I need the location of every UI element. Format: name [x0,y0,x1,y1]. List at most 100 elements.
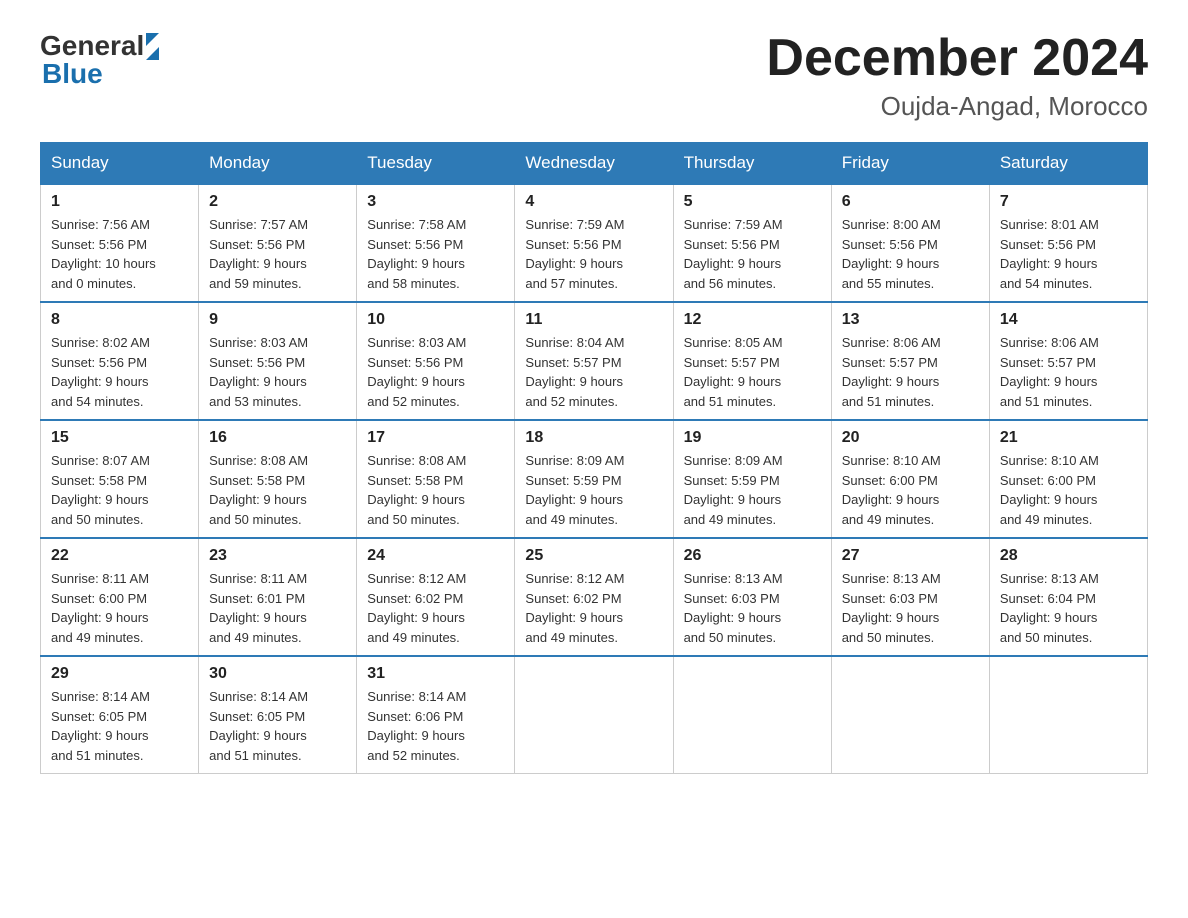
day-number: 13 [842,311,979,329]
day-info: Sunrise: 8:09 AM Sunset: 5:59 PM Dayligh… [684,451,821,529]
calendar-cell: 30 Sunrise: 8:14 AM Sunset: 6:05 PM Dayli… [199,656,357,774]
day-number: 6 [842,193,979,211]
calendar-cell: 29 Sunrise: 8:14 AM Sunset: 6:05 PM Dayli… [41,656,199,774]
header-wednesday: Wednesday [515,143,673,185]
calendar-cell: 3 Sunrise: 7:58 AM Sunset: 5:56 PM Daylig… [357,184,515,302]
day-info: Sunrise: 8:11 AM Sunset: 6:01 PM Dayligh… [209,569,346,647]
day-info: Sunrise: 7:59 AM Sunset: 5:56 PM Dayligh… [525,215,662,293]
day-info: Sunrise: 8:09 AM Sunset: 5:59 PM Dayligh… [525,451,662,529]
day-number: 3 [367,193,504,211]
day-number: 18 [525,429,662,447]
day-number: 15 [51,429,188,447]
day-number: 24 [367,547,504,565]
calendar-cell: 19 Sunrise: 8:09 AM Sunset: 5:59 PM Dayli… [673,420,831,538]
logo-blue-text: Blue [42,58,103,90]
calendar-cell: 27 Sunrise: 8:13 AM Sunset: 6:03 PM Dayli… [831,538,989,656]
calendar-week-row: 15 Sunrise: 8:07 AM Sunset: 5:58 PM Dayli… [41,420,1148,538]
day-info: Sunrise: 8:07 AM Sunset: 5:58 PM Dayligh… [51,451,188,529]
calendar-cell [673,656,831,774]
day-info: Sunrise: 8:05 AM Sunset: 5:57 PM Dayligh… [684,333,821,411]
header-saturday: Saturday [989,143,1147,185]
calendar-cell [989,656,1147,774]
day-number: 20 [842,429,979,447]
title-block: December 2024 Oujda-Angad, Morocco [766,30,1148,122]
day-info: Sunrise: 8:13 AM Sunset: 6:03 PM Dayligh… [842,569,979,647]
day-info: Sunrise: 7:57 AM Sunset: 5:56 PM Dayligh… [209,215,346,293]
day-number: 29 [51,665,188,683]
calendar-cell: 17Sunrise: 8:08 AM Sunset: 5:58 PM Dayli… [357,420,515,538]
calendar-cell: 12Sunrise: 8:05 AM Sunset: 5:57 PM Dayli… [673,302,831,420]
header-thursday: Thursday [673,143,831,185]
day-number: 4 [525,193,662,211]
day-number: 2 [209,193,346,211]
header-friday: Friday [831,143,989,185]
day-number: 26 [684,547,821,565]
day-info: Sunrise: 8:10 AM Sunset: 6:00 PM Dayligh… [1000,451,1137,529]
calendar-cell: 15 Sunrise: 8:07 AM Sunset: 5:58 PM Dayli… [41,420,199,538]
day-info: Sunrise: 8:13 AM Sunset: 6:03 PM Dayligh… [684,569,821,647]
day-info: Sunrise: 8:03 AM Sunset: 5:56 PM Dayligh… [209,333,346,411]
calendar-cell: 11 Sunrise: 8:04 AM Sunset: 5:57 PM Dayli… [515,302,673,420]
header-monday: Monday [199,143,357,185]
day-number: 16 [209,429,346,447]
day-info: Sunrise: 8:06 AM Sunset: 5:57 PM Dayligh… [842,333,979,411]
calendar-week-row: 29 Sunrise: 8:14 AM Sunset: 6:05 PM Dayli… [41,656,1148,774]
calendar-cell: 18 Sunrise: 8:09 AM Sunset: 5:59 PM Dayli… [515,420,673,538]
day-info: Sunrise: 7:56 AM Sunset: 5:56 PM Dayligh… [51,215,188,293]
calendar-cell: 6Sunrise: 8:00 AM Sunset: 5:56 PM Daylig… [831,184,989,302]
day-info: Sunrise: 8:06 AM Sunset: 5:57 PM Dayligh… [1000,333,1137,411]
day-info: Sunrise: 8:08 AM Sunset: 5:58 PM Dayligh… [209,451,346,529]
day-info: Sunrise: 8:14 AM Sunset: 6:05 PM Dayligh… [51,687,188,765]
calendar-cell: 4 Sunrise: 7:59 AM Sunset: 5:56 PM Daylig… [515,184,673,302]
day-number: 25 [525,547,662,565]
day-info: Sunrise: 8:10 AM Sunset: 6:00 PM Dayligh… [842,451,979,529]
day-number: 30 [209,665,346,683]
day-number: 11 [525,311,662,329]
calendar-cell: 1 Sunrise: 7:56 AM Sunset: 5:56 PM Daylig… [41,184,199,302]
day-number: 1 [51,193,188,211]
day-number: 10 [367,311,504,329]
location-title: Oujda-Angad, Morocco [766,91,1148,122]
month-title: December 2024 [766,30,1148,87]
calendar-cell: 22Sunrise: 8:11 AM Sunset: 6:00 PM Dayli… [41,538,199,656]
day-info: Sunrise: 8:01 AM Sunset: 5:56 PM Dayligh… [1000,215,1137,293]
calendar-cell: 24Sunrise: 8:12 AM Sunset: 6:02 PM Dayli… [357,538,515,656]
day-info: Sunrise: 8:12 AM Sunset: 6:02 PM Dayligh… [525,569,662,647]
day-number: 27 [842,547,979,565]
calendar-cell: 25 Sunrise: 8:12 AM Sunset: 6:02 PM Dayli… [515,538,673,656]
calendar-week-row: 1 Sunrise: 7:56 AM Sunset: 5:56 PM Daylig… [41,184,1148,302]
header-sunday: Sunday [41,143,199,185]
calendar-cell [831,656,989,774]
day-info: Sunrise: 8:13 AM Sunset: 6:04 PM Dayligh… [1000,569,1137,647]
day-info: Sunrise: 8:14 AM Sunset: 6:05 PM Dayligh… [209,687,346,765]
page-header: General Blue December 2024 Oujda-Angad, … [40,30,1148,122]
day-info: Sunrise: 8:03 AM Sunset: 5:56 PM Dayligh… [367,333,504,411]
calendar-cell: 26 Sunrise: 8:13 AM Sunset: 6:03 PM Dayli… [673,538,831,656]
day-info: Sunrise: 8:02 AM Sunset: 5:56 PM Dayligh… [51,333,188,411]
calendar-cell: 31Sunrise: 8:14 AM Sunset: 6:06 PM Dayli… [357,656,515,774]
calendar-week-row: 8 Sunrise: 8:02 AM Sunset: 5:56 PM Daylig… [41,302,1148,420]
calendar-week-row: 22Sunrise: 8:11 AM Sunset: 6:00 PM Dayli… [41,538,1148,656]
day-number: 22 [51,547,188,565]
day-info: Sunrise: 8:08 AM Sunset: 5:58 PM Dayligh… [367,451,504,529]
day-number: 14 [1000,311,1137,329]
calendar-cell: 16 Sunrise: 8:08 AM Sunset: 5:58 PM Dayli… [199,420,357,538]
day-number: 28 [1000,547,1137,565]
calendar-table: SundayMondayTuesdayWednesdayThursdayFrid… [40,142,1148,774]
day-number: 7 [1000,193,1137,211]
day-number: 9 [209,311,346,329]
day-number: 19 [684,429,821,447]
calendar-cell: 7 Sunrise: 8:01 AM Sunset: 5:56 PM Daylig… [989,184,1147,302]
calendar-cell: 5Sunrise: 7:59 AM Sunset: 5:56 PM Daylig… [673,184,831,302]
day-number: 21 [1000,429,1137,447]
header-tuesday: Tuesday [357,143,515,185]
day-info: Sunrise: 8:04 AM Sunset: 5:57 PM Dayligh… [525,333,662,411]
calendar-cell: 14 Sunrise: 8:06 AM Sunset: 5:57 PM Dayli… [989,302,1147,420]
calendar-cell: 10 Sunrise: 8:03 AM Sunset: 5:56 PM Dayli… [357,302,515,420]
day-number: 8 [51,311,188,329]
calendar-cell: 9 Sunrise: 8:03 AM Sunset: 5:56 PM Daylig… [199,302,357,420]
calendar-cell [515,656,673,774]
calendar-cell: 23Sunrise: 8:11 AM Sunset: 6:01 PM Dayli… [199,538,357,656]
day-info: Sunrise: 7:58 AM Sunset: 5:56 PM Dayligh… [367,215,504,293]
day-info: Sunrise: 8:14 AM Sunset: 6:06 PM Dayligh… [367,687,504,765]
